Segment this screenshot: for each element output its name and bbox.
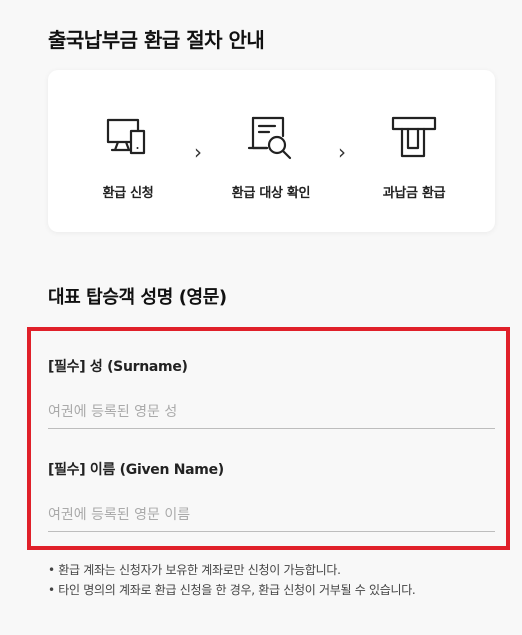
document-search-icon <box>247 116 292 160</box>
notes-list: 환급 계좌는 신청자가 보유한 계좌로만 신청이 가능합니다. 타인 명의의 계… <box>48 560 508 600</box>
given-name-label: [필수] 이름 (Given Name) <box>48 462 224 478</box>
step-label: 환급 대상 확인 <box>231 186 311 201</box>
page: 출국납부금 환급 절차 안내 환급 신청 › 환급 대상 확인 › 과납금 환급… <box>0 0 522 635</box>
chevron-right-icon: › <box>194 140 202 164</box>
steps-card: 환급 신청 › 환급 대상 확인 › 과납금 환급 <box>48 70 495 232</box>
step-label: 환급 신청 <box>102 186 154 201</box>
section-title: 대표 탑승객 성명 (영문) <box>48 287 227 308</box>
payment-terminal-icon <box>391 116 437 158</box>
step-label: 과납금 환급 <box>382 186 446 201</box>
note-item: 타인 명의의 계좌로 환급 신청을 한 경우, 환급 신청이 거부될 수 있습니… <box>48 580 508 600</box>
note-item: 환급 계좌는 신청자가 보유한 계좌로만 신청이 가능합니다. <box>48 560 508 580</box>
chevron-right-icon: › <box>338 140 346 164</box>
name-form: [필수] 성 (Surname) [필수] 이름 (Given Name) <box>27 327 510 550</box>
surname-label: [필수] 성 (Surname) <box>48 359 188 375</box>
surname-input[interactable] <box>48 395 495 429</box>
given-name-input[interactable] <box>48 498 495 532</box>
page-title: 출국납부금 환급 절차 안내 <box>48 28 265 52</box>
computer-icon <box>106 118 146 155</box>
